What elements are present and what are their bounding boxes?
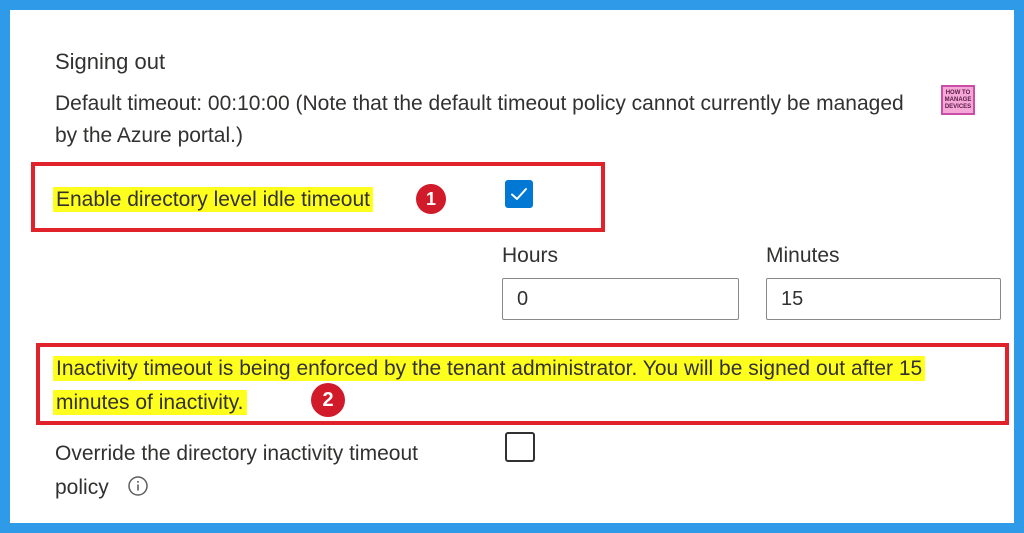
inactivity-notice: Inactivity timeout is being enforced by … <box>53 352 998 420</box>
info-icon[interactable] <box>127 475 149 497</box>
checkmark-icon <box>511 188 527 200</box>
screenshot-frame: Signing out Default timeout: 00:10:00 (N… <box>0 0 1024 533</box>
override-policy-label: Override the directory inactivity timeou… <box>55 437 485 505</box>
highlighted-text: Inactivity timeout is being enforced by … <box>53 356 926 415</box>
step-badge-2: 2 <box>311 383 345 417</box>
override-policy-checkbox[interactable] <box>505 432 535 462</box>
override-label-line1: Override the directory inactivity timeou… <box>55 442 418 465</box>
minutes-input[interactable] <box>766 278 1001 320</box>
hours-input[interactable] <box>502 278 739 320</box>
site-logo: HOW TO MANAGE DEVICES <box>941 85 975 115</box>
section-title: Signing out <box>55 49 166 74</box>
enable-idle-timeout-label: Enable directory level idle timeout <box>53 186 373 214</box>
default-timeout-description: Default timeout: 00:10:00 (Note that the… <box>55 92 904 147</box>
minutes-label: Minutes <box>766 244 840 267</box>
step-badge-1: 1 <box>416 184 446 214</box>
highlighted-text: Enable directory level idle timeout <box>53 187 373 212</box>
override-label-line2: policy <box>55 476 109 499</box>
hours-label: Hours <box>502 244 559 267</box>
enable-idle-timeout-checkbox[interactable] <box>505 180 533 208</box>
